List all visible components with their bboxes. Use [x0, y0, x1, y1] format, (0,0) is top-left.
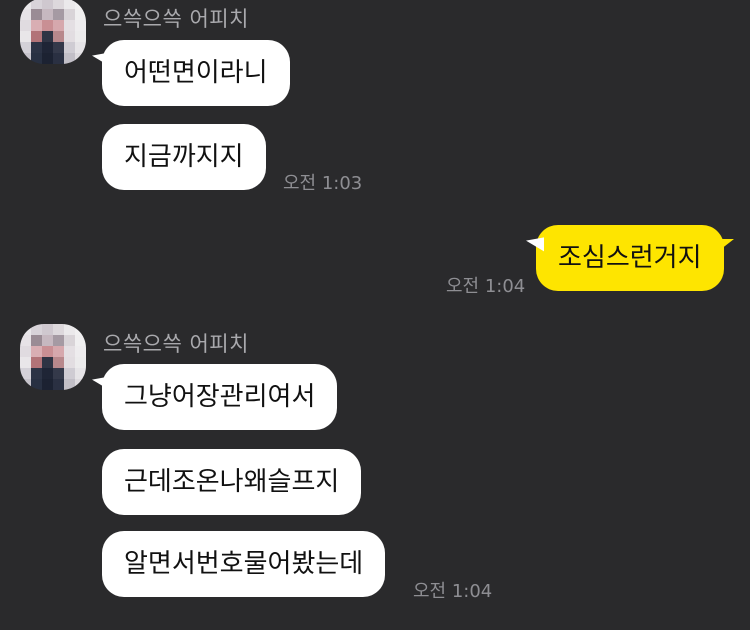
message-bubble[interactable]: 근데조온나왜슬프지 [102, 449, 362, 515]
sender-name: 으쓱으쓱 어피치 [103, 332, 249, 356]
my-message-bubble[interactable]: 조심스런거지 [536, 225, 734, 291]
chat-room: 으쓱으쓱 어피치 어떤면이라니 지금까지지 오전 1:03 오전 1:04 조심… [0, 0, 750, 630]
message-timestamp: 오전 1:04 [413, 581, 493, 602]
message-bubble[interactable]: 알면서번호물어봤는데 [102, 531, 386, 597]
sender-name: 으쓱으쓱 어피치 [103, 7, 249, 31]
profile-avatar[interactable] [20, 0, 86, 64]
message-timestamp: 오전 1:04 [446, 276, 526, 297]
message-bubble[interactable]: 지금까지지 [102, 124, 266, 190]
message-bubble[interactable]: 그냥어장관리여서 [102, 364, 338, 430]
profile-avatar[interactable] [20, 324, 86, 390]
message-bubble[interactable]: 어떤면이라니 [102, 40, 290, 106]
message-timestamp: 오전 1:03 [283, 173, 363, 194]
